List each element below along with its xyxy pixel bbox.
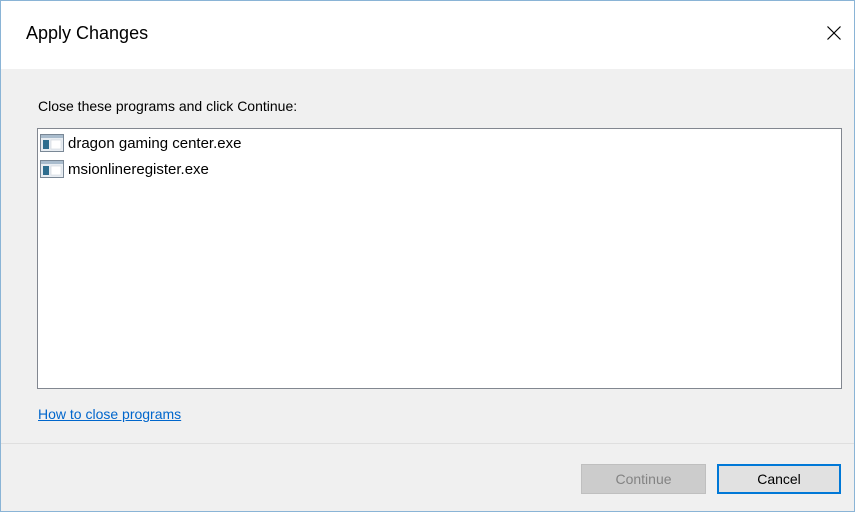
program-name: msionlineregister.exe (68, 160, 209, 178)
close-icon (827, 26, 841, 40)
cancel-button[interactable]: Cancel (717, 464, 841, 494)
dialog-content: Close these programs and click Continue:… (1, 69, 854, 443)
title-bar[interactable]: Apply Changes (1, 1, 854, 69)
dialog-footer: Continue Cancel (1, 444, 854, 511)
how-to-close-programs-link[interactable]: How to close programs (38, 406, 181, 422)
continue-button[interactable]: Continue (581, 464, 706, 494)
exe-window-icon (40, 134, 64, 152)
list-item[interactable]: dragon gaming center.exe (40, 132, 241, 154)
window-title: Apply Changes (26, 23, 149, 43)
close-button[interactable] (814, 13, 854, 53)
apply-changes-dialog: Apply Changes Close these programs and c… (0, 0, 855, 512)
programs-list[interactable]: dragon gaming center.exe msionlineregist… (37, 128, 842, 389)
list-item[interactable]: msionlineregister.exe (40, 158, 209, 180)
instruction-text: Close these programs and click Continue: (38, 98, 298, 114)
program-name: dragon gaming center.exe (68, 134, 242, 152)
exe-window-icon (40, 160, 64, 178)
